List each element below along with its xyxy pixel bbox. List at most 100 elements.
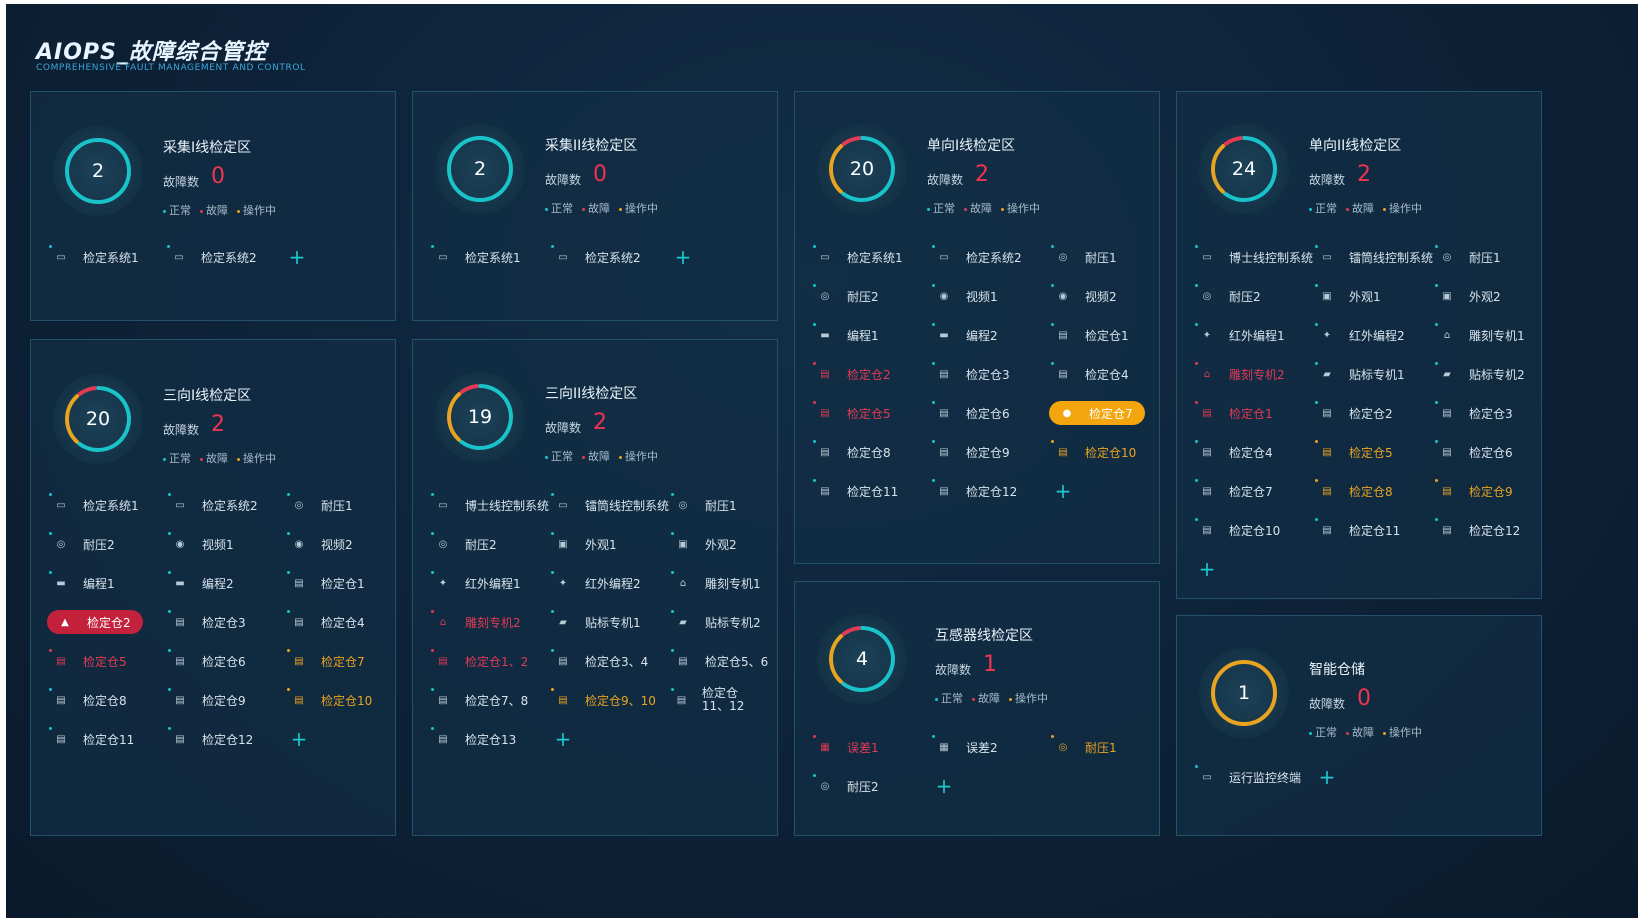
- device-item[interactable]: ▤ 检定仓1: [287, 571, 365, 594]
- add-device-button[interactable]: +: [934, 776, 954, 796]
- device-item[interactable]: ▤ 检定仓3: [1435, 401, 1513, 424]
- device-item[interactable]: ▭ 检定系统1: [49, 493, 139, 516]
- device-item[interactable]: ▤ 检定仓7: [1195, 479, 1273, 502]
- device-item[interactable]: ▤ 检定仓2: [813, 362, 891, 385]
- add-device-button[interactable]: +: [553, 729, 573, 749]
- device-item[interactable]: ▦ 误差1: [813, 735, 879, 758]
- device-item[interactable]: ▭ 检定系统2: [167, 245, 257, 268]
- device-item[interactable]: ▤ 检定仓6: [168, 649, 246, 672]
- device-item[interactable]: ▤ 检定仓2: [1315, 401, 1393, 424]
- device-item[interactable]: ▤ 检定仓3: [168, 610, 246, 633]
- device-item[interactable]: ◎ 耐压2: [1195, 284, 1261, 307]
- device-item[interactable]: ▤ 检定仓5、6: [671, 649, 768, 672]
- device-item[interactable]: ▰ 贴标专机2: [1435, 362, 1525, 385]
- device-item[interactable]: ▤ 检定仓8: [1315, 479, 1393, 502]
- device-item[interactable]: ▤ 检定仓1: [1051, 323, 1129, 346]
- device-item[interactable]: ▤ 检定仓1、2: [431, 649, 528, 672]
- device-item[interactable]: ▤ 检定仓9: [168, 688, 246, 711]
- add-device-button[interactable]: +: [1317, 767, 1337, 787]
- device-item[interactable]: ⌂ 雕刻专机2: [431, 610, 521, 633]
- device-item[interactable]: ▤ 检定仓7、8: [431, 688, 528, 711]
- device-item[interactable]: ◎ 耐压2: [431, 532, 497, 555]
- device-item[interactable]: ▰ 贴标专机1: [1315, 362, 1405, 385]
- device-item[interactable]: ◉ 视频1: [932, 284, 998, 307]
- device-item[interactable]: ▣ 外观2: [1435, 284, 1501, 307]
- device-item[interactable]: ▲ 检定仓2: [47, 610, 143, 634]
- device-item[interactable]: ▤ 检定仓11: [813, 479, 898, 502]
- add-device-button[interactable]: +: [673, 247, 693, 267]
- device-item[interactable]: ▤ 检定仓13: [431, 727, 516, 750]
- device-item[interactable]: ▤ 检定仓8: [813, 440, 891, 463]
- device-item[interactable]: ✦ 红外编程2: [551, 571, 641, 594]
- device-item[interactable]: ✦ 红外编程1: [431, 571, 521, 594]
- device-item[interactable]: ▭ 博士线控制系统: [1195, 245, 1313, 268]
- device-item[interactable]: ◎ 耐压2: [49, 532, 115, 555]
- device-item[interactable]: ◉ 视频2: [287, 532, 353, 555]
- device-item[interactable]: ▤ 检定仓6: [1435, 440, 1513, 463]
- device-item[interactable]: ▦ 误差2: [932, 735, 998, 758]
- device-item[interactable]: ◎ 耐压1: [1051, 245, 1117, 268]
- add-device-button[interactable]: +: [289, 729, 309, 749]
- device-item[interactable]: ▤ 检定仓6: [932, 401, 1010, 424]
- device-item[interactable]: ▤ 检定仓5: [49, 649, 127, 672]
- device-item[interactable]: ▤ 检定仓4: [287, 610, 365, 633]
- device-item[interactable]: ◉ 视频2: [1051, 284, 1117, 307]
- device-item[interactable]: ▭ 检定系统1: [431, 245, 521, 268]
- device-item[interactable]: ◎ 耐压2: [813, 774, 879, 797]
- device-item[interactable]: ▤ 检定仓4: [1051, 362, 1129, 385]
- device-item[interactable]: ✦ 红外编程1: [1195, 323, 1285, 346]
- device-item[interactable]: ⌂ 雕刻专机1: [1435, 323, 1525, 346]
- device-item[interactable]: ▣ 外观1: [551, 532, 617, 555]
- device-item[interactable]: ▰ 贴标专机1: [551, 610, 641, 633]
- device-item[interactable]: ▤ 检定仓12: [1435, 518, 1520, 541]
- device-item[interactable]: ▤ 检定仓4: [1195, 440, 1273, 463]
- device-item[interactable]: ▭ 博士线控制系统: [431, 493, 549, 516]
- add-device-button[interactable]: +: [287, 247, 307, 267]
- add-device-button[interactable]: +: [1197, 559, 1217, 579]
- device-item[interactable]: ▬ 编程1: [813, 323, 879, 346]
- device-item[interactable]: ▤ 检定仓3、4: [551, 649, 648, 672]
- device-item[interactable]: ▤ 检定仓5: [1315, 440, 1393, 463]
- device-item[interactable]: ▤ 检定仓10: [287, 688, 372, 711]
- device-item[interactable]: ▤ 检定仓10: [1051, 440, 1136, 463]
- device-item[interactable]: ▤ 检定仓9、10: [551, 688, 656, 711]
- device-item[interactable]: ◎ 耐压1: [671, 493, 737, 516]
- device-item[interactable]: ▤ 检定仓9: [932, 440, 1010, 463]
- device-item[interactable]: ▣ 外观1: [1315, 284, 1381, 307]
- device-item[interactable]: ▤ 检定仓11: [1315, 518, 1400, 541]
- device-item[interactable]: ▤ 检定仓8: [49, 688, 127, 711]
- device-item[interactable]: ▤ 检定仓1: [1195, 401, 1273, 424]
- device-item[interactable]: ◎ 耐压1: [1435, 245, 1501, 268]
- device-item[interactable]: ▭ 检定系统2: [168, 493, 258, 516]
- device-item[interactable]: ▤ 检定仓12: [168, 727, 253, 750]
- device-item[interactable]: ▭ 检定系统2: [551, 245, 641, 268]
- device-item[interactable]: ▤ 检定仓12: [932, 479, 1017, 502]
- device-item[interactable]: ▭ 检定系统1: [813, 245, 903, 268]
- device-item[interactable]: ⌂ 雕刻专机1: [671, 571, 761, 594]
- device-item[interactable]: ▭ 检定系统1: [49, 245, 139, 268]
- device-item[interactable]: ▤ 检定仓9: [1435, 479, 1513, 502]
- device-item[interactable]: ▤ 检定仓3: [932, 362, 1010, 385]
- device-item[interactable]: ▣ 外观2: [671, 532, 737, 555]
- device-item[interactable]: ▭ 检定系统2: [932, 245, 1022, 268]
- device-item[interactable]: ⌂ 雕刻专机2: [1195, 362, 1285, 385]
- device-item[interactable]: ▤ 检定仓11: [49, 727, 134, 750]
- add-device-button[interactable]: +: [1053, 481, 1073, 501]
- device-item[interactable]: ◉ 视频1: [168, 532, 234, 555]
- device-item[interactable]: ▤ 检定仓5: [813, 401, 891, 424]
- device-item[interactable]: ▬ 编程2: [168, 571, 234, 594]
- device-item[interactable]: ◎ 耐压1: [1051, 735, 1117, 758]
- device-item[interactable]: ▬ 编程1: [49, 571, 115, 594]
- device-item[interactable]: ◎ 耐压2: [813, 284, 879, 307]
- device-item[interactable]: ▤ 检定仓11、12: [671, 687, 765, 713]
- device-item[interactable]: ▭ 镭筒线控制系统: [551, 493, 669, 516]
- device-item[interactable]: ▬ 编程2: [932, 323, 998, 346]
- device-item[interactable]: ▰ 贴标专机2: [671, 610, 761, 633]
- device-item[interactable]: ✦ 红外编程2: [1315, 323, 1405, 346]
- device-item[interactable]: ▭ 运行监控终端: [1195, 765, 1301, 788]
- device-item[interactable]: ▤ 检定仓10: [1195, 518, 1280, 541]
- device-item[interactable]: ▤ 检定仓7: [287, 649, 365, 672]
- device-item[interactable]: ◎ 耐压1: [287, 493, 353, 516]
- device-item[interactable]: ● 检定仓7: [1049, 401, 1145, 425]
- device-item[interactable]: ▭ 镭筒线控制系统: [1315, 245, 1433, 268]
